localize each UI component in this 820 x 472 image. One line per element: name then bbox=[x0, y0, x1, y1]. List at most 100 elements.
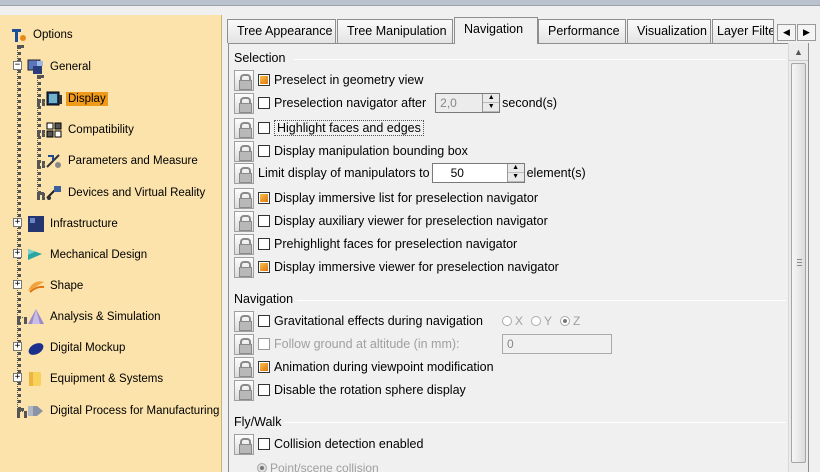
tab-tree-manipulation[interactable]: Tree Manipulation bbox=[337, 19, 453, 43]
spin-up-icon[interactable]: ▲ bbox=[483, 94, 500, 103]
tree-connector bbox=[17, 317, 27, 321]
auxiliary-viewer-checkbox[interactable] bbox=[258, 215, 270, 227]
tree-label: Digital Process for Manufacturing bbox=[50, 405, 220, 417]
point-scene-radio[interactable]: Point/scene collision bbox=[257, 461, 379, 472]
tree-item-digital-process[interactable]: Digital Process for Manufacturing bbox=[27, 400, 221, 422]
lock-icon[interactable] bbox=[234, 256, 254, 278]
immersive-viewer-checkbox[interactable] bbox=[258, 261, 270, 273]
tree-label: Equipment & Systems bbox=[50, 373, 164, 385]
tab-scroll-right-icon[interactable]: ▶ bbox=[797, 24, 816, 41]
section-divider bbox=[294, 59, 786, 60]
lock-icon[interactable] bbox=[234, 140, 254, 162]
lock-icon[interactable] bbox=[234, 187, 254, 209]
tab-performance[interactable]: Performance bbox=[538, 19, 626, 43]
scrollbar-thumb[interactable] bbox=[791, 63, 806, 463]
tree-item-display[interactable]: Display bbox=[45, 88, 108, 110]
tree-item-equipment[interactable]: Equipment & Systems bbox=[27, 368, 165, 390]
preselection-delay-stepper[interactable]: 2,0 ▲ ▼ bbox=[435, 93, 501, 113]
lock-icon[interactable] bbox=[234, 117, 254, 139]
lock-icon[interactable] bbox=[234, 356, 254, 378]
preselection-delay-value: 2,0 bbox=[436, 94, 483, 112]
tab-scroll-left-icon[interactable]: ◀ bbox=[777, 24, 796, 41]
preselection-navigator-checkbox[interactable] bbox=[258, 97, 270, 109]
immersive-list-checkbox[interactable] bbox=[258, 192, 270, 204]
section-divider bbox=[284, 422, 786, 423]
tree-item-general[interactable]: General bbox=[27, 56, 93, 78]
vertical-scrollbar[interactable]: ▲ bbox=[788, 43, 808, 472]
tree-item-shape[interactable]: Shape bbox=[27, 275, 85, 297]
tree-label: Devices and Virtual Reality bbox=[68, 187, 206, 199]
lock-icon[interactable] bbox=[234, 162, 254, 184]
highlight-checkbox[interactable] bbox=[258, 122, 270, 134]
axis-z-radio[interactable]: Z bbox=[560, 314, 580, 328]
tree-item-mechanical-design[interactable]: Mechanical Design bbox=[27, 244, 149, 266]
mechanical-design-icon bbox=[27, 246, 45, 264]
row-limit-manipulators: Limit display of manipulators to 50 ▲ ▼ e… bbox=[234, 162, 586, 184]
lock-icon[interactable] bbox=[234, 92, 254, 114]
expander-mechanical-design[interactable]: + bbox=[13, 249, 22, 258]
tab-scroll-buttons: ◀ ▶ bbox=[777, 24, 817, 42]
tree-item-digital-mockup[interactable]: Digital Mockup bbox=[27, 337, 127, 359]
digital-process-icon bbox=[27, 402, 45, 420]
gravitational-checkbox[interactable] bbox=[258, 315, 270, 327]
spin-down-icon[interactable]: ▼ bbox=[483, 103, 500, 112]
scroll-up-icon[interactable]: ▲ bbox=[789, 43, 808, 61]
tab-navigation[interactable]: Navigation bbox=[454, 17, 538, 44]
rotation-sphere-checkbox[interactable] bbox=[258, 384, 270, 396]
axis-y-radio[interactable]: Y bbox=[531, 314, 552, 328]
grip-icon bbox=[797, 259, 802, 266]
tab-layer-filter[interactable]: Layer Filte bbox=[712, 19, 774, 43]
animation-checkbox[interactable] bbox=[258, 361, 270, 373]
point-scene-label: Point/scene collision bbox=[270, 461, 379, 472]
gravitational-label: Gravitational effects during navigation bbox=[274, 314, 483, 328]
radio-dot-icon bbox=[560, 316, 571, 326]
tree-item-compatibility[interactable]: Compatibility bbox=[45, 119, 136, 141]
tree-connector bbox=[37, 75, 41, 195]
row-follow-ground: Follow ground at altitude (in mm): 0 bbox=[234, 333, 612, 355]
lock-icon[interactable] bbox=[234, 210, 254, 232]
limit-manipulators-stepper[interactable]: 50 ▲ ▼ bbox=[431, 163, 525, 183]
tree-label: Options bbox=[33, 29, 73, 41]
row-highlight: Highlight faces and edges bbox=[234, 117, 424, 139]
radio-dot-icon bbox=[531, 316, 542, 326]
limit-manipulators-label: Limit display of manipulators to bbox=[258, 166, 430, 180]
spin-up-icon[interactable]: ▲ bbox=[507, 164, 524, 173]
expander-infrastructure[interactable]: + bbox=[13, 218, 22, 227]
prehighlight-checkbox[interactable] bbox=[258, 238, 270, 250]
lock-icon[interactable] bbox=[234, 310, 254, 332]
bounding-box-checkbox[interactable] bbox=[258, 145, 270, 157]
tree-item-parameters[interactable]: Parameters and Measure bbox=[45, 150, 200, 172]
tree-item-analysis[interactable]: Analysis & Simulation bbox=[27, 306, 163, 328]
tree-item-infrastructure[interactable]: Infrastructure bbox=[27, 213, 120, 235]
infrastructure-icon bbox=[27, 215, 45, 233]
axis-x-radio[interactable]: X bbox=[502, 314, 523, 328]
window-top-strip bbox=[0, 0, 820, 6]
lock-icon[interactable] bbox=[234, 233, 254, 255]
tree-root-options[interactable]: Options bbox=[10, 24, 75, 46]
spin-down-icon[interactable]: ▼ bbox=[507, 173, 524, 182]
collision-checkbox[interactable] bbox=[258, 438, 270, 450]
lock-icon[interactable] bbox=[234, 433, 254, 455]
follow-ground-checkbox[interactable] bbox=[258, 338, 270, 350]
lock-icon[interactable] bbox=[234, 333, 254, 355]
row-animation: Animation during viewpoint modification bbox=[234, 356, 494, 378]
expander-shape[interactable]: + bbox=[13, 280, 22, 289]
tree-item-devices[interactable]: Devices and Virtual Reality bbox=[45, 182, 207, 204]
preselect-checkbox[interactable] bbox=[258, 74, 270, 86]
collision-label: Collision detection enabled bbox=[274, 437, 424, 451]
follow-ground-input[interactable]: 0 bbox=[502, 334, 612, 354]
follow-ground-label: Follow ground at altitude (in mm): bbox=[274, 337, 460, 351]
expander-digital-mockup[interactable]: + bbox=[13, 342, 22, 351]
tab-visualization[interactable]: Visualization bbox=[627, 19, 711, 43]
tab-tree-appearance[interactable]: Tree Appearance bbox=[227, 19, 336, 43]
lock-icon[interactable] bbox=[234, 69, 254, 91]
immersive-list-label: Display immersive list for preselection … bbox=[274, 191, 538, 205]
lock-icon[interactable] bbox=[234, 379, 254, 401]
section-title-navigation: Navigation bbox=[234, 292, 294, 306]
row-bounding-box: Display manipulation bounding box bbox=[234, 140, 468, 162]
limit-manipulators-value: 50 bbox=[450, 166, 464, 180]
expander-equipment[interactable]: + bbox=[13, 373, 22, 382]
expander-general[interactable]: − bbox=[13, 61, 22, 70]
tree-label: Digital Mockup bbox=[50, 342, 126, 354]
window-edge bbox=[810, 43, 820, 472]
